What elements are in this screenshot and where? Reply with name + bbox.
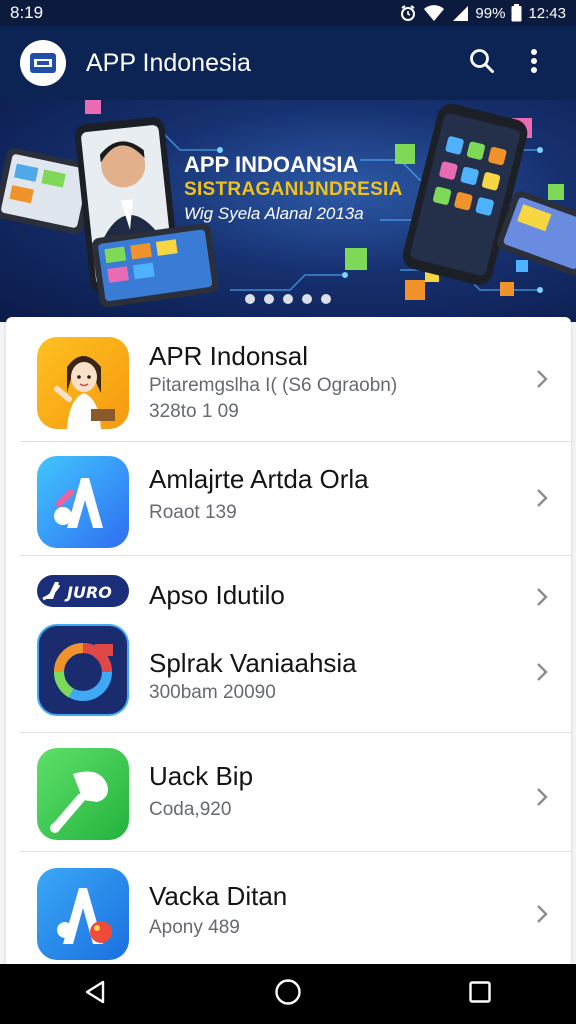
app-subtitle: Pitaremgslha I( (S6 Ograobn) [149, 375, 398, 396]
banner-caption: Wig Syela Alanal 2013a [184, 204, 364, 223]
banner-text: APP INDOANSIA SISTRAGANIJNDRESIA Wig Sye… [184, 152, 403, 226]
more-vert-icon [530, 48, 538, 79]
list-item[interactable]: JURO Apso Idutilo [6, 556, 571, 616]
app-title: Uack Bip [149, 761, 254, 791]
battery-icon [511, 4, 522, 22]
carousel-dot-4[interactable] [302, 294, 312, 304]
search-icon [468, 47, 496, 80]
juro-logo-icon: JURO [37, 575, 129, 607]
app-title: Vacka Ditan [149, 881, 288, 911]
recents-button[interactable] [450, 969, 510, 1019]
overflow-menu-button[interactable] [512, 41, 556, 85]
letter-a-app-icon [37, 456, 129, 548]
back-icon [83, 979, 109, 1010]
chevron-right-icon [537, 905, 548, 923]
carousel-indicator [0, 294, 576, 304]
app-title: Splrak Vaniaahsia [149, 648, 357, 678]
app-bar: APP Indonesia [0, 26, 576, 100]
home-button[interactable] [258, 969, 318, 1019]
green-leaf-app-icon [37, 748, 129, 840]
banner-subtitle: SISTRAGANIJNDRESIA [184, 179, 403, 200]
promo-banner[interactable]: APP INDOANSIA SISTRAGANIJNDRESIA Wig Sye… [0, 100, 576, 322]
back-button[interactable] [66, 969, 126, 1019]
app-subtitle: Coda,920 [149, 799, 232, 820]
chevron-right-icon [537, 663, 548, 681]
signal-icon [451, 4, 469, 22]
app-title: Apso Idutilo [149, 580, 285, 610]
chevron-right-icon [537, 489, 548, 507]
alarm-icon [399, 4, 417, 22]
chevron-right-icon [537, 588, 548, 606]
battery-percent: 99% [475, 4, 506, 22]
home-icon [274, 978, 302, 1011]
colorful-ring-app-icon [37, 624, 129, 716]
carousel-dot-5[interactable] [321, 294, 331, 304]
app-logo-icon [20, 40, 66, 86]
list-item[interactable]: Vacka Ditan Apony 489 [6, 852, 571, 977]
app-meta: 328to 1 09 [149, 401, 239, 422]
status-icons: 99% 12:43 [399, 4, 566, 22]
blue-a-app-icon [37, 868, 129, 960]
status-bar: 8:19 99% 12:43 [0, 0, 576, 26]
status-clock: 12:43 [528, 4, 566, 22]
system-nav-bar [0, 964, 576, 1024]
carousel-dot-2[interactable] [264, 294, 274, 304]
chevron-right-icon [537, 370, 548, 388]
carousel-dot-1[interactable] [245, 294, 255, 304]
list-item[interactable]: Amlajrte Artda Orla Roaot 139 [6, 442, 571, 555]
app-title: Amlajrte Artda Orla [149, 464, 369, 494]
screen: 8:19 99% 12:43 APP Indonesia APP INDOANS… [0, 0, 576, 1024]
svg-text:JURO: JURO [64, 583, 112, 602]
banner-title: APP INDOANSIA [184, 152, 359, 177]
app-subtitle: Roaot 139 [149, 502, 237, 523]
app-title: APR Indonsal [149, 341, 308, 371]
wifi-icon [423, 4, 445, 22]
app-list: APR Indonsal Pitaremgslha I( (S6 Ograobn… [6, 317, 571, 977]
app-subtitle: 300bam 20090 [149, 682, 276, 703]
cartoon-girl-app-icon [37, 337, 129, 429]
carousel-dot-3[interactable] [283, 294, 293, 304]
status-time: 8:19 [10, 3, 44, 22]
recents-icon [468, 980, 492, 1009]
chevron-right-icon [537, 788, 548, 806]
search-button[interactable] [460, 41, 504, 85]
list-item[interactable]: Uack Bip Coda,920 [6, 733, 571, 851]
list-item[interactable]: APR Indonsal Pitaremgslha I( (S6 Ograobn… [6, 317, 571, 441]
list-item[interactable]: Splrak Vaniaahsia 300bam 20090 [6, 616, 571, 732]
app-subtitle: Apony 489 [149, 917, 240, 938]
app-title: APP Indonesia [86, 48, 251, 77]
